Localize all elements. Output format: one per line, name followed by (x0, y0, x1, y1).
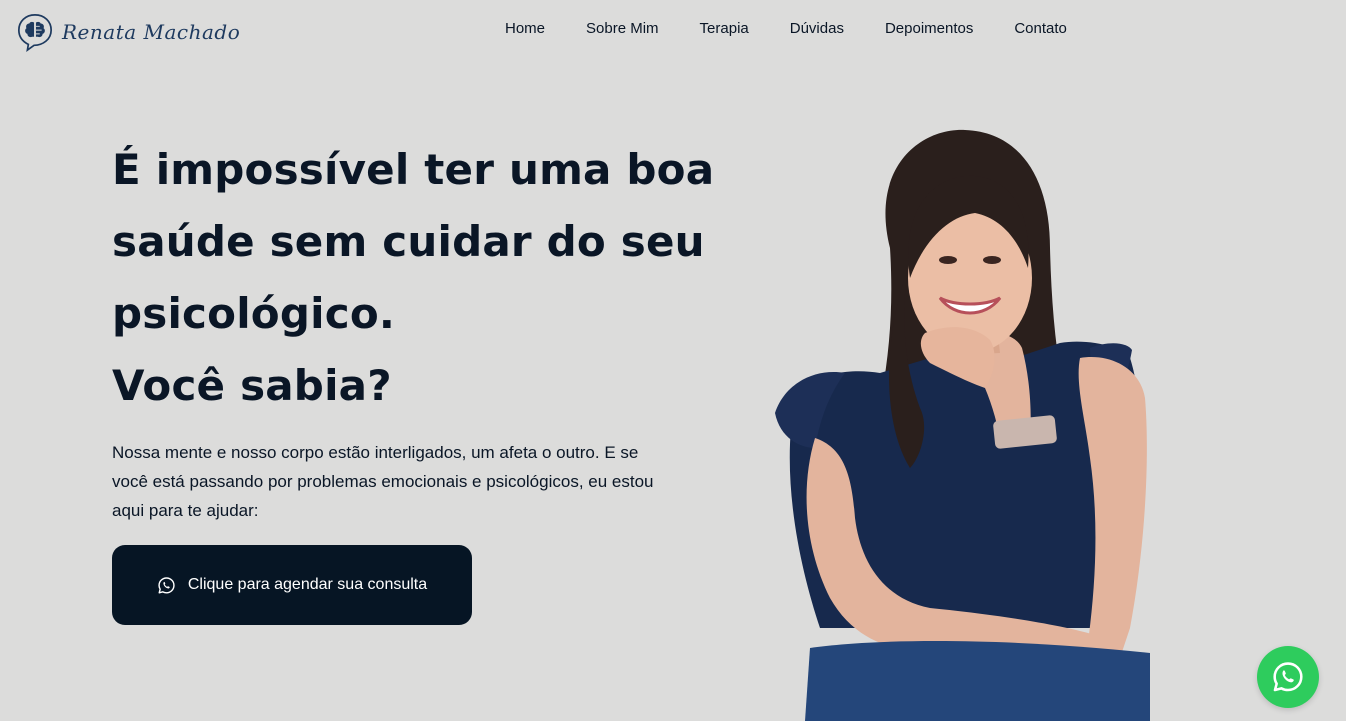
therapist-portrait-image (775, 129, 1150, 721)
nav-contato[interactable]: Contato (1014, 20, 1067, 37)
hero-title: É impossível ter uma boa saúde sem cuida… (112, 134, 732, 422)
main-nav: Home Sobre Mim Terapia Dúvidas Depoiment… (505, 20, 1067, 37)
schedule-consultation-label: Clique para agendar sua consulta (187, 576, 428, 593)
whatsapp-icon (158, 576, 175, 593)
hero-title-line: É impossível ter uma boa (112, 145, 715, 194)
brain-speech-bubble-icon (17, 14, 53, 52)
brand-name: Renata Machado (62, 20, 241, 44)
nav-terapia[interactable]: Terapia (700, 20, 749, 37)
hero-title-line: psicológico. (112, 289, 396, 338)
whatsapp-float-button[interactable] (1257, 646, 1319, 708)
schedule-consultation-button[interactable]: Clique para agendar sua consulta (112, 545, 472, 625)
hero-title-line: saúde sem cuidar do seu (112, 217, 705, 266)
nav-sobre-mim[interactable]: Sobre Mim (586, 20, 659, 37)
nav-depoimentos[interactable]: Depoimentos (885, 20, 973, 37)
whatsapp-icon (1273, 662, 1303, 692)
nav-duvidas[interactable]: Dúvidas (790, 20, 844, 37)
hero-description: Nossa mente e nosso corpo estão interlig… (112, 443, 654, 520)
hero-title-line: Você sabia? (112, 361, 392, 410)
nav-home[interactable]: Home (505, 20, 545, 37)
brand-logo-link[interactable]: Renata Machado (16, 12, 240, 52)
page: Renata Machado Home Sobre Mim Terapia Dú… (0, 0, 1346, 721)
